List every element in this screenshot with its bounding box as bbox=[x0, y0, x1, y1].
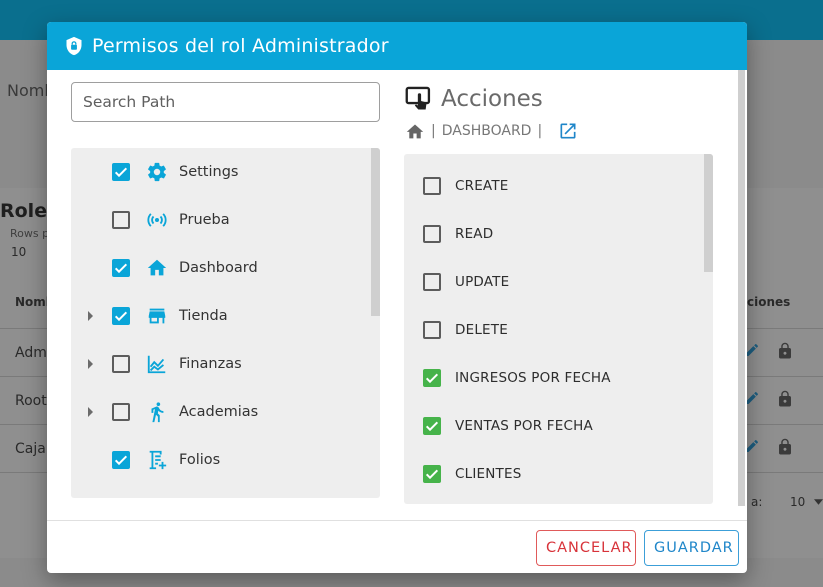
dialog-header: Permisos del rol Administrador bbox=[47, 22, 747, 70]
breadcrumb: | DASHBOARD | bbox=[405, 120, 578, 142]
action-checkbox-update[interactable] bbox=[423, 273, 441, 291]
action-item-ingresos-por-fecha[interactable]: INGRESOS POR FECHA bbox=[404, 354, 702, 402]
expand-caret-icon[interactable] bbox=[88, 311, 93, 321]
tree-item-dashboard[interactable]: Dashboard bbox=[71, 244, 369, 292]
action-label: INGRESOS POR FECHA bbox=[455, 370, 611, 386]
bg-rows-label: Rows p bbox=[10, 227, 50, 240]
action-item-create[interactable]: CREATE bbox=[404, 162, 702, 210]
list-add-icon bbox=[149, 450, 167, 470]
dialog-body: Settings Prueba Dashboard Tienda bbox=[47, 70, 747, 520]
action-checkbox-delete[interactable] bbox=[423, 321, 441, 339]
dialog-scrollbar[interactable] bbox=[738, 70, 745, 506]
save-button[interactable]: GUARDAR bbox=[644, 530, 739, 566]
search-path-input[interactable] bbox=[71, 82, 380, 122]
tree-item-academias[interactable]: Academias bbox=[71, 388, 369, 436]
action-checkbox-create[interactable] bbox=[423, 177, 441, 195]
broadcast-icon bbox=[147, 213, 167, 227]
tree-label: Finanzas bbox=[179, 356, 242, 372]
expand-caret-icon[interactable] bbox=[88, 407, 93, 417]
tree-label: Settings bbox=[179, 164, 239, 180]
home-icon[interactable] bbox=[405, 122, 425, 140]
action-item-update[interactable]: UPDATE bbox=[404, 258, 702, 306]
action-checkbox-ventas-por-fecha[interactable] bbox=[423, 417, 441, 435]
action-checkbox-read[interactable] bbox=[423, 225, 441, 243]
tree-label: Dashboard bbox=[179, 260, 258, 276]
tree-checkbox-folios[interactable] bbox=[112, 451, 130, 469]
bg-lock-icon[interactable] bbox=[776, 437, 794, 457]
action-label: READ bbox=[455, 226, 494, 242]
actions-list: CREATE READ UPDATE DELETE INGRESOS POR F… bbox=[404, 154, 713, 504]
module-tree: Settings Prueba Dashboard Tienda Finanza… bbox=[71, 148, 380, 498]
bg-column-actions: ciones bbox=[747, 295, 791, 309]
tree-label: Prueba bbox=[179, 212, 230, 228]
action-label: CLIENTES bbox=[455, 466, 522, 482]
tree-item-settings[interactable]: Settings bbox=[71, 148, 369, 196]
breadcrumb-separator: | bbox=[537, 123, 543, 139]
dialog-footer: CANCELAR GUARDAR bbox=[47, 520, 747, 573]
actions-title: Acciones bbox=[441, 86, 543, 112]
permissions-dialog: Permisos del rol Administrador Settings … bbox=[47, 22, 747, 573]
bg-pagination-label: a: bbox=[751, 495, 763, 509]
tree-label: Tienda bbox=[179, 308, 228, 324]
bg-row: Root bbox=[15, 393, 47, 409]
tree-item-folios[interactable]: Folios bbox=[71, 436, 369, 484]
action-label: CREATE bbox=[455, 178, 509, 194]
breadcrumb-separator: | bbox=[431, 123, 436, 139]
expand-caret-icon[interactable] bbox=[88, 359, 93, 369]
bg-lock-icon[interactable] bbox=[776, 341, 794, 361]
breadcrumb-current: DASHBOARD bbox=[441, 123, 532, 139]
tree-label: Folios bbox=[179, 452, 221, 468]
action-item-delete[interactable]: DELETE bbox=[404, 306, 702, 354]
tree-item-finanzas[interactable]: Finanzas bbox=[71, 340, 369, 388]
tree-checkbox-dashboard[interactable] bbox=[112, 259, 130, 277]
dialog-title: Permisos del rol Administrador bbox=[92, 35, 389, 57]
bg-lock-icon[interactable] bbox=[776, 389, 794, 409]
action-item-ventas-por-fecha[interactable]: VENTAS POR FECHA bbox=[404, 402, 702, 450]
action-label: VENTAS POR FECHA bbox=[455, 418, 593, 434]
tree-item-prueba[interactable]: Prueba bbox=[71, 196, 369, 244]
shield-lock-icon bbox=[66, 36, 82, 56]
action-label: UPDATE bbox=[455, 274, 510, 290]
action-item-read[interactable]: READ bbox=[404, 210, 702, 258]
action-checkbox-ingresos-por-fecha[interactable] bbox=[423, 369, 441, 387]
run-icon bbox=[151, 402, 164, 423]
gear-icon bbox=[148, 162, 166, 182]
touch-screen-icon bbox=[405, 86, 431, 110]
tree-checkbox-prueba[interactable] bbox=[112, 211, 130, 229]
bg-row: Adm bbox=[15, 345, 47, 361]
chart-icon bbox=[147, 355, 166, 374]
bg-pagination-select[interactable]: 10 bbox=[790, 495, 805, 509]
tree-scrollbar[interactable] bbox=[371, 148, 380, 316]
tree-item-tienda[interactable]: Tienda bbox=[71, 292, 369, 340]
action-label: DELETE bbox=[455, 322, 508, 338]
cancel-button[interactable]: CANCELAR bbox=[536, 530, 636, 566]
bg-dropdown-icon bbox=[814, 499, 823, 505]
action-item-clientes[interactable]: CLIENTES bbox=[404, 450, 702, 498]
home-icon bbox=[147, 259, 167, 276]
tree-checkbox-finanzas[interactable] bbox=[112, 355, 130, 373]
action-checkbox-clientes[interactable] bbox=[423, 465, 441, 483]
open-external-icon[interactable] bbox=[558, 121, 578, 141]
tree-checkbox-settings[interactable] bbox=[112, 163, 130, 181]
tree-checkbox-academias[interactable] bbox=[112, 403, 130, 421]
actions-scrollbar[interactable] bbox=[704, 154, 713, 272]
tree-checkbox-tienda[interactable] bbox=[112, 307, 130, 325]
actions-header: Acciones bbox=[405, 84, 543, 114]
bg-row: Caja bbox=[15, 441, 46, 457]
store-icon bbox=[148, 308, 166, 324]
tree-label: Academias bbox=[179, 404, 259, 420]
bg-rows-value[interactable]: 10 bbox=[11, 245, 26, 259]
